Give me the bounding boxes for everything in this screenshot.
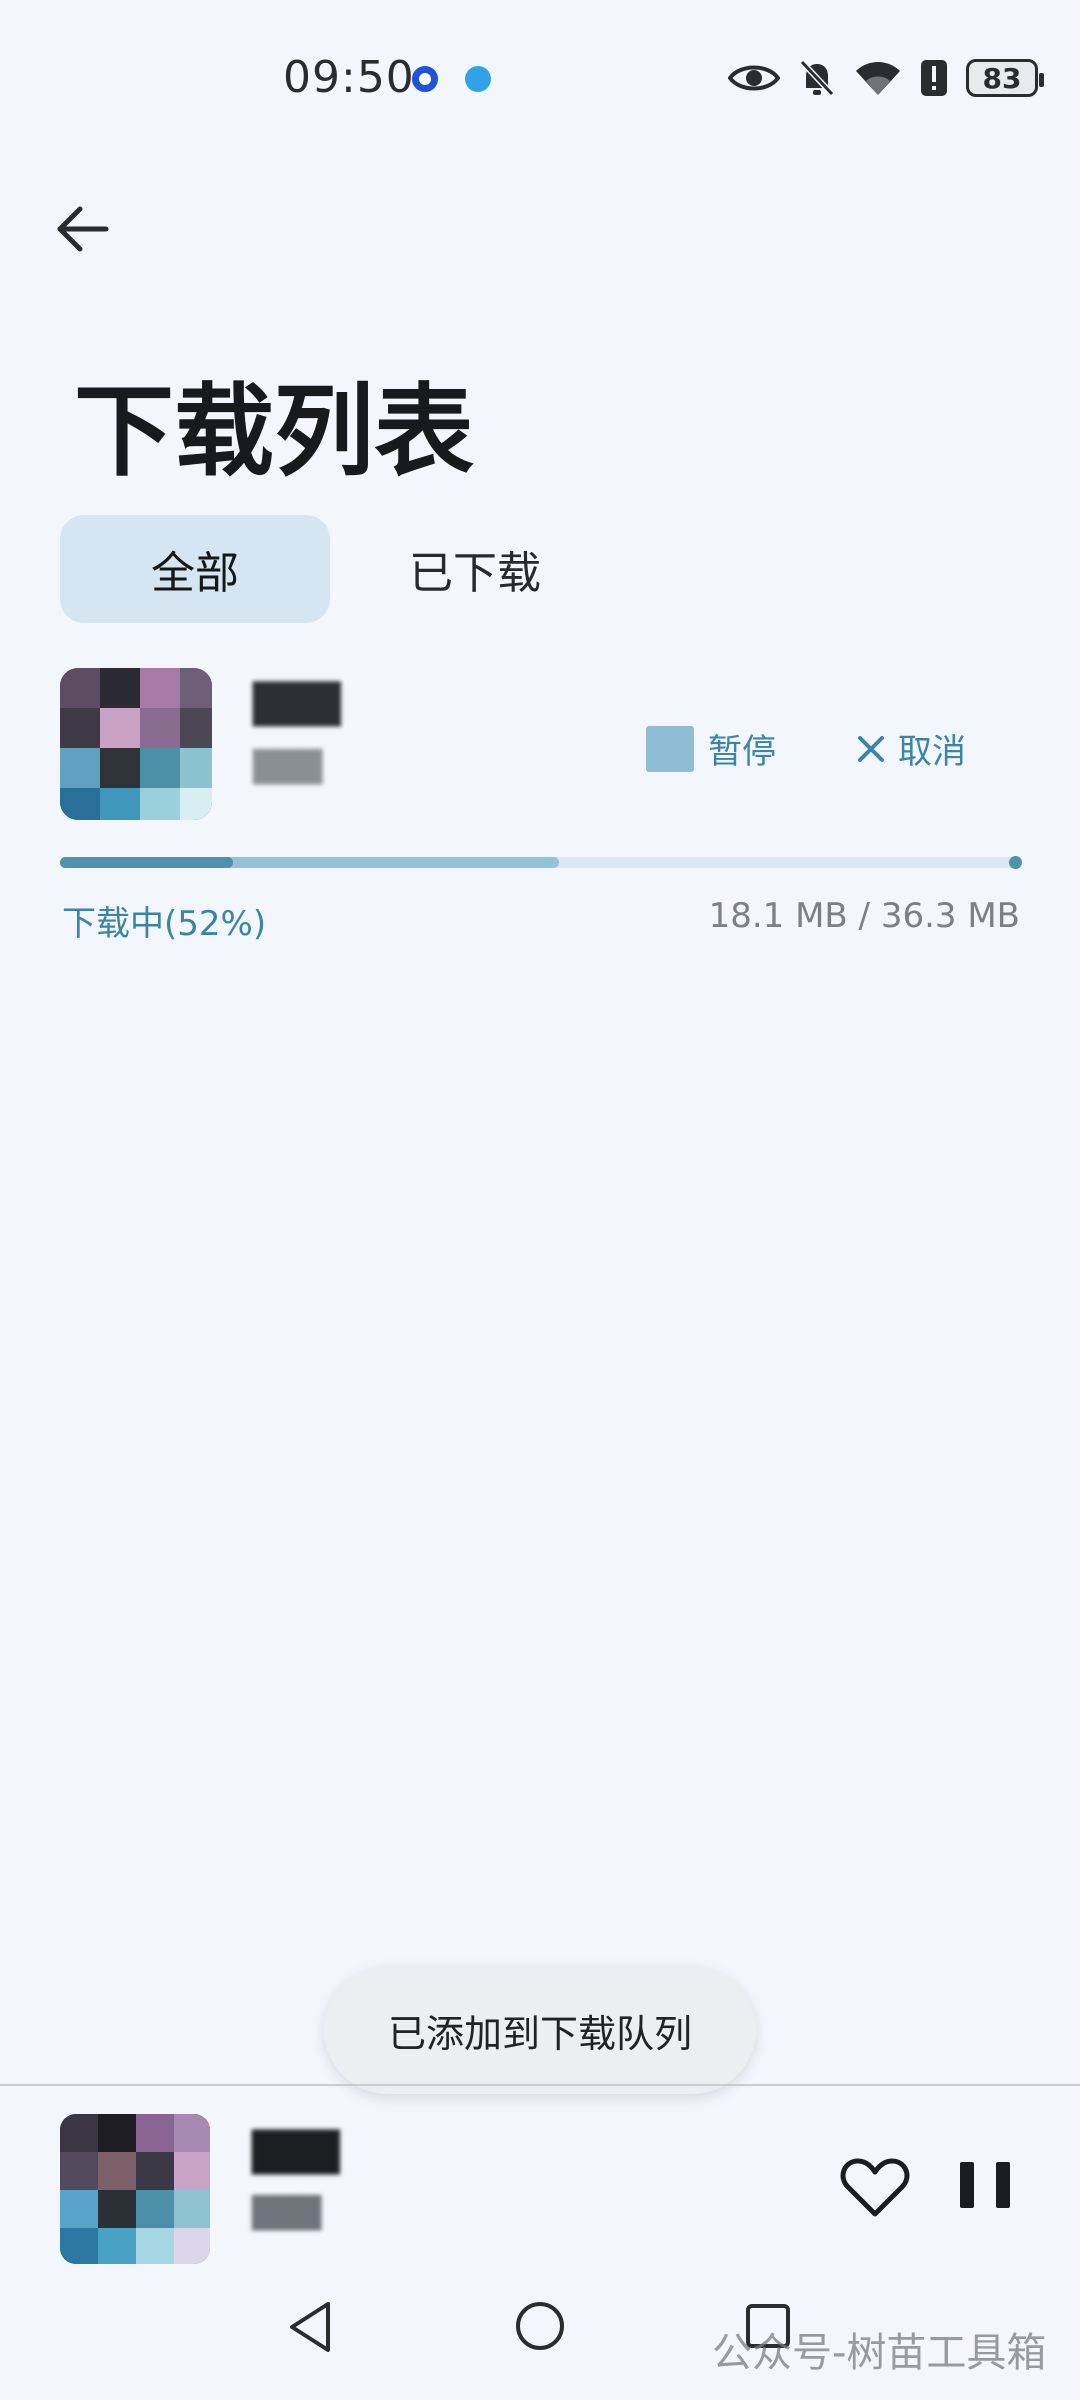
notification-app-icon [412, 66, 438, 92]
progress-fill [60, 857, 233, 868]
status-icons: 83 [728, 58, 1044, 98]
status-time: 09:50 [283, 52, 415, 103]
pause-icon [960, 2162, 974, 2208]
toast-message: 已添加到下载队列 [324, 1966, 756, 2094]
cancel-label: 取消 [898, 732, 966, 772]
pause-icon-bar [996, 2162, 1010, 2208]
notification-app-icon-2 [465, 66, 491, 92]
download-size: 18.1 MB / 36.3 MB [708, 896, 1020, 936]
mini-player-cover[interactable] [60, 2114, 210, 2264]
back-button[interactable] [50, 196, 116, 262]
arrow-left-icon [57, 206, 109, 252]
page-title: 下载列表 [74, 373, 474, 490]
tab-bar: 全部 已下载 [60, 515, 620, 623]
battery-indicator: 83 [966, 59, 1044, 97]
cancel-download-button[interactable]: 取消 [856, 724, 966, 773]
tab-downloaded[interactable]: 已下载 [330, 515, 620, 623]
pause-button[interactable] [960, 2162, 1010, 2216]
eye-icon [728, 65, 780, 91]
triangle-back-icon[interactable] [286, 2300, 334, 2354]
album-cover[interactable] [60, 668, 212, 820]
progress-end-dot [1009, 856, 1022, 869]
circle-home-icon[interactable] [516, 2302, 564, 2350]
wifi-icon [856, 62, 900, 95]
alert-icon [921, 60, 947, 96]
mini-player[interactable]: ███ ███ [0, 2086, 1080, 2266]
bell-off-icon [799, 59, 835, 97]
mini-player-title: ███ [252, 2130, 340, 2174]
mini-player-artist: ███ [252, 2196, 322, 2231]
pause-label: 暂停 [708, 732, 776, 772]
song-title: ███ [253, 682, 341, 726]
status-bar: 09:50 83 [0, 0, 1080, 160]
tab-all[interactable]: 全部 [60, 515, 330, 623]
watermark: 公众号-树苗工具箱 [712, 2330, 1047, 2376]
favorite-button[interactable] [840, 2156, 910, 2220]
download-status: 下载中(52%) [62, 904, 267, 944]
close-icon [858, 735, 884, 762]
stop-square-icon [646, 725, 694, 772]
download-progress-bar [60, 856, 1022, 869]
pause-download-button[interactable]: 暂停 [646, 724, 776, 773]
heart-outline-icon [840, 2158, 910, 2217]
song-artist: ███ [253, 750, 323, 785]
